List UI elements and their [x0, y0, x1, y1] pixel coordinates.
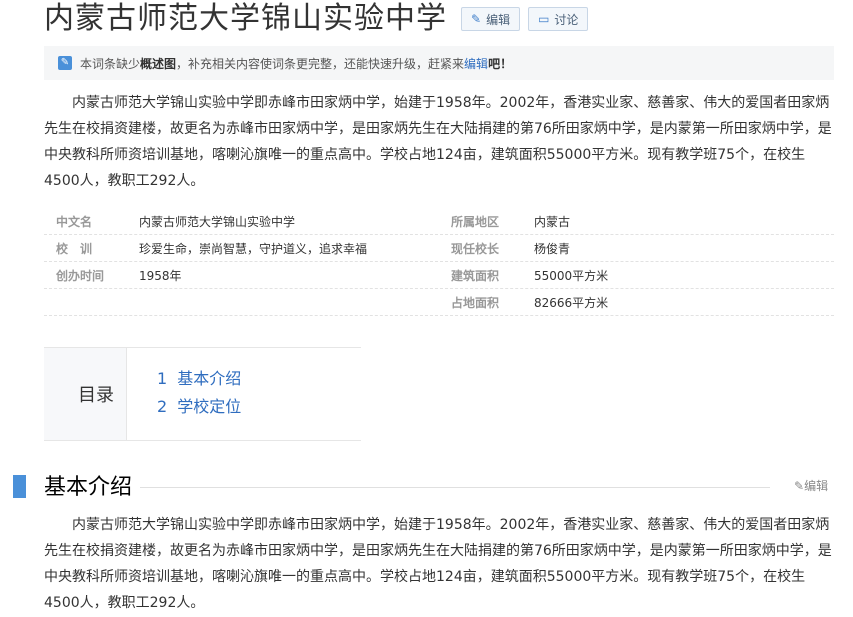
- info-key: 占地面积: [451, 295, 500, 310]
- info-key: 中文名: [56, 214, 93, 229]
- discuss-button-label: 讨论: [554, 12, 579, 27]
- section-edit-label: 编辑: [804, 479, 829, 493]
- notice-text-before: 本词条缺少: [80, 56, 141, 71]
- notice-bold: 概述图: [140, 56, 177, 71]
- title-row: 内蒙古师范大学锦山实验中学 ✎ 编辑 ▭ 讨论: [44, 0, 589, 38]
- pencil-icon: ✎: [794, 479, 805, 493]
- info-key: 现任校长: [451, 241, 500, 256]
- summary-paragraph: 内蒙古师范大学锦山实验中学即赤峰市田家炳中学，始建于1958年。2002年，香港…: [44, 95, 832, 189]
- toc-item-number: 1: [157, 369, 168, 388]
- toc-item-basic-intro[interactable]: 1 基本介绍: [157, 365, 241, 393]
- missing-image-notice: ✎ 本词条缺少 概述图 ，补充相关内容使词条更完整，还能快速升级，赶紧来 编辑 …: [44, 46, 834, 80]
- info-row: 校 训 珍爱生命，崇尚智慧，守护道义，追求幸福 现任校长 杨俊青: [44, 235, 834, 262]
- info-value: 82666平方米: [534, 295, 609, 310]
- info-row: 占地面积 82666平方米: [44, 289, 834, 316]
- table-of-contents: 目录 1 基本介绍 2 学校定位: [44, 347, 361, 441]
- toc-item-label: 基本介绍: [177, 369, 242, 388]
- toc-item-number: 2: [157, 397, 168, 416]
- info-value: 珍爱生命，崇尚智慧，守护道义，追求幸福: [139, 241, 368, 256]
- info-row: 中文名 内蒙古师范大学锦山实验中学 所属地区 内蒙古: [44, 208, 834, 235]
- info-key: 建筑面积: [451, 268, 500, 283]
- toc-label: 目录: [44, 348, 127, 440]
- info-key: 创办时间: [56, 268, 105, 283]
- info-key: 所属地区: [451, 214, 500, 229]
- notice-text-middle: ，补充相关内容使词条更完整，还能快速升级，赶紧来: [176, 56, 465, 71]
- section-edit-button[interactable]: ✎编辑: [794, 477, 828, 494]
- section-marker: [13, 475, 26, 498]
- info-value: 55000平方米: [534, 268, 609, 283]
- notice-text-after: 吧！: [488, 56, 513, 71]
- info-value: 内蒙古: [534, 214, 571, 229]
- section-divider: [140, 487, 770, 488]
- edit-note-icon: ✎: [58, 56, 72, 70]
- edit-button-label: 编辑: [486, 12, 511, 27]
- chat-bubble-icon: ▭: [538, 12, 550, 26]
- edit-button[interactable]: ✎ 编辑: [461, 7, 521, 31]
- section-body: 内蒙古师范大学锦山实验中学即赤峰市田家炳中学，始建于1958年。2002年，香港…: [44, 517, 832, 611]
- notice-edit-link[interactable]: 编辑: [464, 55, 488, 72]
- discuss-button[interactable]: ▭ 讨论: [528, 7, 589, 31]
- info-value: 内蒙古师范大学锦山实验中学: [139, 214, 296, 229]
- info-row: 创办时间 1958年 建筑面积 55000平方米: [44, 262, 834, 289]
- toc-item-label: 学校定位: [177, 397, 242, 416]
- page-title: 内蒙古师范大学锦山实验中学: [44, 1, 447, 36]
- toc-item-school-position[interactable]: 2 学校定位: [157, 393, 241, 421]
- info-key: 校 训: [56, 241, 93, 256]
- pencil-icon: ✎: [471, 12, 482, 26]
- infobox: 中文名 内蒙古师范大学锦山实验中学 所属地区 内蒙古 校 训 珍爱生命，崇尚智慧，守护…: [44, 208, 834, 316]
- toc-list: 1 基本介绍 2 学校定位: [127, 348, 241, 440]
- info-value: 1958年: [139, 268, 182, 283]
- info-value: 杨俊青: [534, 241, 571, 256]
- section-title: 基本介绍: [44, 475, 133, 500]
